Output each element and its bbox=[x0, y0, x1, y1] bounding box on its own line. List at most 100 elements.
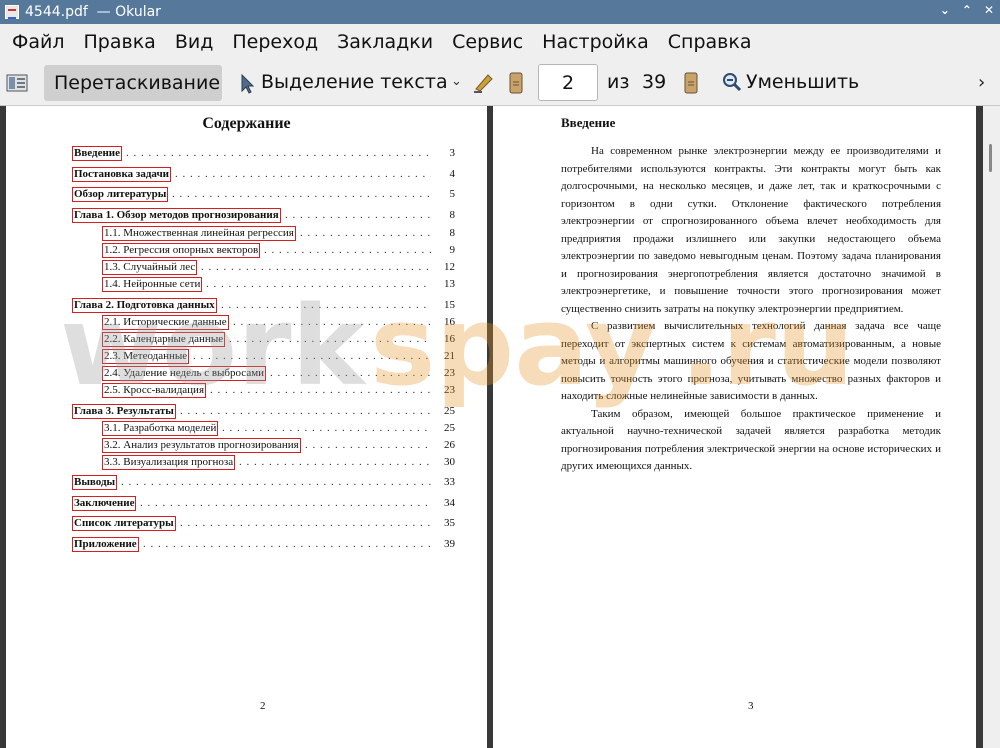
toc-page-number: 3 bbox=[449, 147, 456, 159]
toc-entry[interactable]: 3.1. Разработка моделей . . . . . . . . … bbox=[72, 421, 455, 437]
toc-leader-dots: . . . . . . . . . . . . . . . . . . . . … bbox=[180, 517, 431, 529]
toc-entry[interactable]: 1.4. Нейронные сети . . . . . . . . . . … bbox=[72, 277, 455, 293]
toc-leader-dots: . . . . . . . . . . . . . . . . . . . . … bbox=[264, 244, 431, 256]
total-pages-label: 39 bbox=[642, 71, 667, 93]
toc-leader-dots: . . . . . . . . . . . . . . . . . . . . … bbox=[126, 147, 431, 159]
toc-entry[interactable]: 2.4. Удаление недель с выбросами . . . .… bbox=[72, 366, 455, 382]
toc-leader-dots: . . . . . . . . . . . . . . . . . . . . … bbox=[172, 188, 431, 200]
toc-entry-link[interactable]: 1.1. Множественная линейная регрессия bbox=[102, 226, 296, 241]
text-select-cursor-icon[interactable] bbox=[240, 73, 256, 98]
highlighter-icon[interactable] bbox=[472, 71, 496, 97]
menu-view[interactable]: Вид bbox=[167, 31, 222, 53]
toc-entry[interactable]: 3.2. Анализ результатов прогнозирования … bbox=[72, 438, 455, 454]
toc-page-number: 25 bbox=[444, 405, 455, 417]
toolbar-overflow-icon[interactable]: › bbox=[978, 72, 985, 93]
toc-entry[interactable]: Заключение . . . . . . . . . . . . . . .… bbox=[72, 496, 455, 512]
toc-entry[interactable]: 1.1. Множественная линейная регрессия . … bbox=[72, 226, 455, 242]
toc-page-number: 35 bbox=[444, 517, 455, 529]
toc-entry[interactable]: 2.1. Исторические данные . . . . . . . .… bbox=[72, 315, 455, 331]
menu-edit[interactable]: Правка bbox=[76, 31, 164, 53]
toc-entry-link[interactable]: Обзор литературы bbox=[72, 187, 169, 202]
toc-entry-link[interactable]: 1.3. Случайный лес bbox=[102, 260, 198, 275]
minimize-icon[interactable]: ⌄ bbox=[940, 3, 950, 17]
toc-entry[interactable]: Приложение . . . . . . . . . . . . . . .… bbox=[72, 537, 455, 553]
zoom-out-label[interactable]: Уменьшить bbox=[746, 71, 859, 93]
toc-entry-link[interactable]: 2.5. Кросс-валидация bbox=[102, 383, 207, 398]
toc-leader-dots: . . . . . . . . . . . . . . . . . . . . … bbox=[229, 333, 431, 345]
scrollbar-thumb[interactable] bbox=[989, 144, 992, 172]
page-number-input[interactable] bbox=[538, 64, 598, 101]
toc-page-number: 8 bbox=[449, 227, 456, 239]
toc-entry[interactable]: Список литературы . . . . . . . . . . . … bbox=[72, 516, 455, 532]
previous-page-icon[interactable] bbox=[509, 72, 523, 98]
toc-leader-dots: . . . . . . . . . . . . . . . . . . . . … bbox=[305, 439, 431, 451]
close-icon[interactable]: ✕ bbox=[984, 3, 994, 17]
toc-page-number: 15 bbox=[444, 299, 455, 311]
page-of-label: из bbox=[607, 71, 630, 93]
document-viewer[interactable]: Содержание Введение . . . . . . . . . . … bbox=[0, 106, 1000, 748]
toc-page-number: 4 bbox=[449, 168, 456, 180]
paragraph: Таким образом, имеющей большое практичес… bbox=[561, 407, 941, 473]
menu-bookmarks[interactable]: Закладки bbox=[329, 31, 441, 53]
toc-entry[interactable]: 2.2. Календарные данные . . . . . . . . … bbox=[72, 332, 455, 348]
toc-entry-link[interactable]: Глава 1. Обзор методов прогнозирования bbox=[72, 208, 281, 223]
toc-page-number: 9 bbox=[449, 244, 456, 256]
menu-settings[interactable]: Настройка bbox=[534, 31, 657, 53]
toc-entry[interactable]: 1.2. Регрессия опорных векторов . . . . … bbox=[72, 243, 455, 259]
toc-entry[interactable]: Глава 1. Обзор методов прогнозирования .… bbox=[72, 208, 455, 224]
sidebar-toggle-icon[interactable] bbox=[6, 72, 28, 94]
page-number: 2 bbox=[260, 700, 266, 712]
toc-entry[interactable]: Глава 2. Подготовка данных . . . . . . .… bbox=[72, 298, 455, 314]
toc-entry-link[interactable]: 3.3. Визуализация прогноза bbox=[102, 455, 236, 470]
next-page-icon[interactable] bbox=[684, 72, 698, 98]
toc-entry[interactable]: 2.5. Кросс-валидация . . . . . . . . . .… bbox=[72, 383, 455, 399]
toc-page-number: 30 bbox=[444, 456, 455, 468]
toc-leader-dots: . . . . . . . . . . . . . . . . . . . . … bbox=[140, 497, 431, 509]
toc-entry-link[interactable]: 1.4. Нейронные сети bbox=[102, 277, 203, 292]
menu-help[interactable]: Справка bbox=[660, 31, 760, 53]
toc-entry[interactable]: Выводы . . . . . . . . . . . . . . . . .… bbox=[72, 475, 455, 491]
intro-body: На современном рынке электроэнергии межд… bbox=[561, 143, 941, 476]
main-toolbar: Перетаскивание Выделение текста ⌄ из 39 … bbox=[0, 60, 1000, 106]
toc-page-number: 33 bbox=[444, 476, 455, 488]
toc-entry-link[interactable]: 2.2. Календарные данные bbox=[102, 332, 226, 347]
vertical-scrollbar[interactable] bbox=[983, 106, 1000, 748]
toc-entry[interactable]: 1.3. Случайный лес . . . . . . . . . . .… bbox=[72, 260, 455, 276]
zoom-out-icon[interactable] bbox=[722, 72, 742, 96]
text-select-tool-label[interactable]: Выделение текста bbox=[261, 71, 448, 93]
toc-entry-link[interactable]: 2.4. Удаление недель с выбросами bbox=[102, 366, 267, 381]
toc-entry[interactable]: 2.3. Метеоданные . . . . . . . . . . . .… bbox=[72, 349, 455, 365]
menu-file[interactable]: Файл bbox=[4, 31, 73, 53]
maximize-icon[interactable]: ⌃ bbox=[962, 3, 972, 17]
toc-leader-dots: . . . . . . . . . . . . . . . . . . . . … bbox=[233, 316, 431, 328]
toc-entry-link[interactable]: Список литературы bbox=[72, 516, 176, 531]
toc-entry-link[interactable]: 1.2. Регрессия опорных векторов bbox=[102, 243, 261, 258]
toc-page-number: 16 bbox=[444, 333, 455, 345]
toc-entry-link[interactable]: Глава 3. Результаты bbox=[72, 404, 176, 419]
toc-entry-link[interactable]: 3.1. Разработка моделей bbox=[102, 421, 219, 436]
toc-leader-dots: . . . . . . . . . . . . . . . . . . . . … bbox=[210, 384, 431, 396]
toc-leader-dots: . . . . . . . . . . . . . . . . . . . . … bbox=[300, 227, 431, 239]
menu-tools[interactable]: Сервис bbox=[444, 31, 531, 53]
toc-entry-link[interactable]: Постановка задачи bbox=[72, 167, 171, 182]
toc-entry-link[interactable]: Введение bbox=[72, 146, 123, 161]
toc-entry[interactable]: Обзор литературы . . . . . . . . . . . .… bbox=[72, 187, 455, 203]
toc-entry[interactable]: Введение . . . . . . . . . . . . . . . .… bbox=[72, 146, 455, 162]
toc-entry[interactable]: Постановка задачи . . . . . . . . . . . … bbox=[72, 167, 455, 183]
browse-tool-button[interactable]: Перетаскивание bbox=[44, 65, 222, 101]
toc-entry[interactable]: 3.3. Визуализация прогноза . . . . . . .… bbox=[72, 455, 455, 471]
toc-entry-link[interactable]: Выводы bbox=[72, 475, 118, 490]
toc-entry-link[interactable]: Приложение bbox=[72, 537, 139, 552]
toc-leader-dots: . . . . . . . . . . . . . . . . . . . . … bbox=[193, 350, 431, 362]
chevron-down-icon[interactable]: ⌄ bbox=[451, 74, 462, 89]
toc-entry-link[interactable]: 3.2. Анализ результатов прогнозирования bbox=[102, 438, 301, 453]
toc-leader-dots: . . . . . . . . . . . . . . . . . . . . … bbox=[285, 209, 431, 221]
menu-go[interactable]: Переход bbox=[224, 31, 326, 53]
toc-entry-link[interactable]: 2.1. Исторические данные bbox=[102, 315, 229, 330]
toc-entry[interactable]: Глава 3. Результаты . . . . . . . . . . … bbox=[72, 404, 455, 420]
toc-page-number: 16 bbox=[444, 316, 455, 328]
toc-entry-link[interactable]: 2.3. Метеоданные bbox=[102, 349, 190, 364]
toc-entry-link[interactable]: Заключение bbox=[72, 496, 137, 511]
toc-entry-link[interactable]: Глава 2. Подготовка данных bbox=[72, 298, 217, 313]
toc-page-number: 39 bbox=[444, 538, 455, 550]
